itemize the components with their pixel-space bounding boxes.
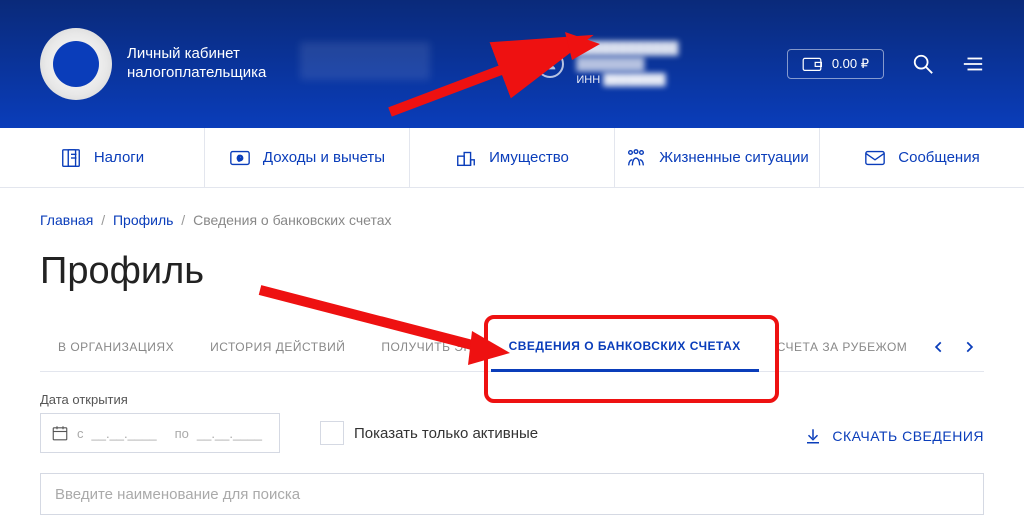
breadcrumb: Главная / Профиль / Сведения о банковски…: [40, 212, 984, 228]
profile-tabs: В ОРГАНИЗАЦИЯХ ИСТОРИЯ ДЕЙСТВИЙ ПОЛУЧИТЬ…: [40, 323, 984, 372]
breadcrumb-sep: /: [181, 212, 185, 228]
breadcrumb-profile[interactable]: Профиль: [113, 212, 173, 228]
tab-foreign-accounts[interactable]: СЧЕТА ЗА РУБЕЖОМ: [759, 324, 926, 370]
search-name-input[interactable]: Введите наименование для поиска: [40, 473, 984, 515]
nav-situations[interactable]: Жизненные ситуации: [615, 128, 820, 187]
chevron-right-icon[interactable]: [962, 340, 976, 354]
breadcrumb-sep: /: [101, 212, 105, 228]
tab-bank-accounts[interactable]: СВЕДЕНИЯ О БАНКОВСКИХ СЧЕТАХ: [491, 323, 759, 372]
logo-block: Личный кабинет налогоплательщика: [40, 28, 266, 100]
date-from-value: __.__.____: [92, 426, 157, 441]
date-open-block: Дата открытия с __.__.____ по __.__.____: [40, 392, 280, 453]
date-to-value: __.__.____: [197, 426, 262, 441]
redacted-block: [300, 42, 430, 80]
search-icon[interactable]: [912, 53, 934, 75]
situations-icon: [625, 147, 647, 169]
breadcrumb-home[interactable]: Главная: [40, 212, 93, 228]
download-button[interactable]: СКАЧАТЬ СВЕДЕНИЯ: [804, 427, 984, 445]
date-open-label: Дата открытия: [40, 392, 280, 407]
app-title: Личный кабинет налогоплательщика: [127, 45, 266, 83]
nav-taxes-label: Налоги: [94, 149, 144, 166]
download-icon: [804, 427, 822, 445]
active-only-checkbox[interactable]: [320, 421, 344, 445]
date-from-prefix: с: [77, 426, 84, 441]
user-sub: ████████: [576, 56, 678, 73]
active-only-label: Показать только активные: [354, 425, 538, 442]
date-range-input[interactable]: с __.__.____ по __.__.____: [40, 413, 280, 453]
nav-messages[interactable]: Сообщения: [820, 128, 1024, 187]
search-placeholder: Введите наименование для поиска: [55, 486, 300, 503]
tab-scroll-nav: [932, 340, 984, 354]
fns-emblem-icon: [40, 28, 112, 100]
property-icon: [455, 147, 477, 169]
taxes-icon: [60, 147, 82, 169]
user-info: ████████████ ████████ ИНН ████████: [576, 40, 678, 89]
page-title: Профиль: [40, 250, 984, 293]
tab-history[interactable]: ИСТОРИЯ ДЕЙСТВИЙ: [192, 324, 363, 370]
tab-get-signature[interactable]: ПОЛУЧИТЬ ЭП: [363, 324, 490, 370]
download-label: СКАЧАТЬ СВЕДЕНИЯ: [832, 428, 984, 444]
wallet-icon: [802, 56, 822, 72]
nav-messages-label: Сообщения: [898, 149, 979, 166]
active-only-row[interactable]: Показать только активные: [320, 421, 538, 445]
nav-taxes[interactable]: Налоги: [0, 128, 205, 187]
date-to-prefix: по: [175, 426, 189, 441]
balance-value: 0.00 ₽: [832, 56, 869, 72]
svg-text:₽: ₽: [238, 153, 243, 162]
app-title-line1: Личный кабинет: [127, 45, 266, 64]
breadcrumb-current: Сведения о банковских счетах: [193, 212, 391, 228]
nav-property[interactable]: Имущество: [410, 128, 615, 187]
app-header: Личный кабинет налогоплательщика ███████…: [0, 0, 1024, 128]
chevron-left-icon[interactable]: [932, 340, 946, 354]
nav-income[interactable]: ₽ Доходы и вычеты: [205, 128, 410, 187]
nav-property-label: Имущество: [489, 149, 569, 166]
user-inn: ИНН ████████: [576, 73, 678, 88]
user-avatar-icon: [536, 50, 564, 78]
messages-icon: [864, 147, 886, 169]
app-title-line2: налогоплательщика: [127, 64, 266, 83]
nav-situations-label: Жизненные ситуации: [659, 149, 809, 166]
menu-icon[interactable]: [962, 53, 984, 75]
header-actions: 0.00 ₽: [787, 49, 984, 79]
calendar-icon: [51, 424, 69, 442]
filter-form: Дата открытия с __.__.____ по __.__.____…: [40, 372, 984, 515]
wallet-balance[interactable]: 0.00 ₽: [787, 49, 884, 79]
user-block[interactable]: ████████████ ████████ ИНН ████████: [536, 40, 678, 89]
tab-organizations[interactable]: В ОРГАНИЗАЦИЯХ: [40, 324, 192, 370]
income-icon: ₽: [229, 147, 251, 169]
top-nav: Налоги ₽ Доходы и вычеты Имущество Жизне…: [0, 128, 1024, 188]
content: Главная / Профиль / Сведения о банковски…: [0, 188, 1024, 515]
nav-income-label: Доходы и вычеты: [263, 149, 385, 166]
user-name: ████████████: [576, 40, 678, 57]
